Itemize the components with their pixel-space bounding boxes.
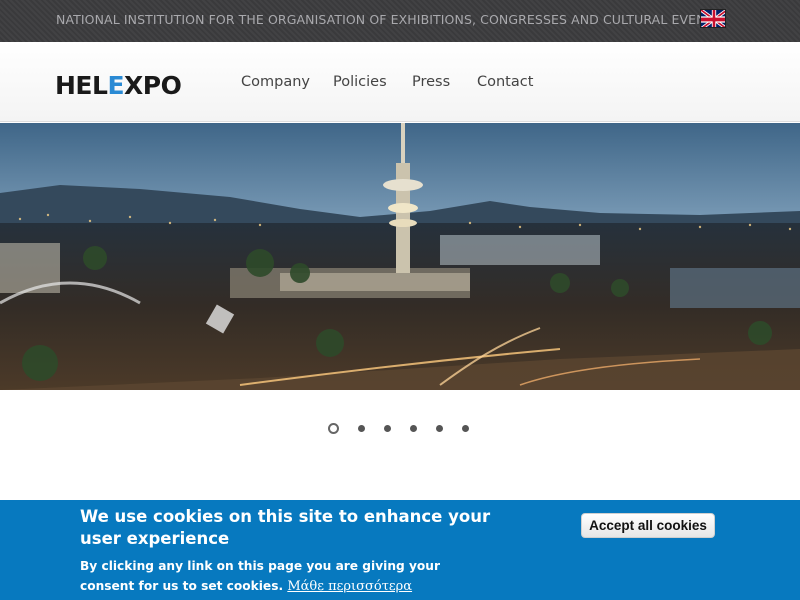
top-bar: NATIONAL INSTITUTION FOR THE ORGANISATIO… <box>0 0 800 42</box>
logo-part-e: E <box>107 71 125 100</box>
cookie-banner: We use cookies on this site to enhance y… <box>0 500 800 600</box>
hero-banner[interactable] <box>0 123 800 390</box>
nav-company[interactable]: Company <box>241 74 310 90</box>
nav-policies[interactable]: Policies <box>333 74 387 90</box>
carousel-dot-5[interactable] <box>436 425 443 432</box>
carousel-dot-2[interactable] <box>358 425 365 432</box>
accept-cookies-button[interactable]: Accept all cookies <box>581 513 715 538</box>
learn-more-link[interactable]: Μάθε περισσότερα <box>287 579 412 594</box>
nav-press[interactable]: Press <box>412 74 450 90</box>
logo-part-xpo: XPO <box>124 71 182 100</box>
city-night-panorama-image <box>0 123 800 390</box>
helexpo-logo[interactable]: HELEXPO <box>55 71 182 101</box>
logo-part-hel: HEL <box>55 71 108 100</box>
uk-flag-icon[interactable] <box>700 9 726 28</box>
carousel-dot-3[interactable] <box>384 425 391 432</box>
institution-tagline: NATIONAL INSTITUTION FOR THE ORGANISATIO… <box>56 12 722 27</box>
carousel-dot-1[interactable] <box>328 423 339 434</box>
site-header: HELEXPO Company Policies Press Contact <box>0 42 800 122</box>
nav-contact[interactable]: Contact <box>477 74 533 90</box>
cookie-title: We use cookies on this site to enhance y… <box>80 507 491 548</box>
cookie-message: By clicking any link on this page you ar… <box>80 556 480 597</box>
carousel-dot-6[interactable] <box>462 425 469 432</box>
carousel-pagination <box>328 422 478 436</box>
carousel-dot-4[interactable] <box>410 425 417 432</box>
